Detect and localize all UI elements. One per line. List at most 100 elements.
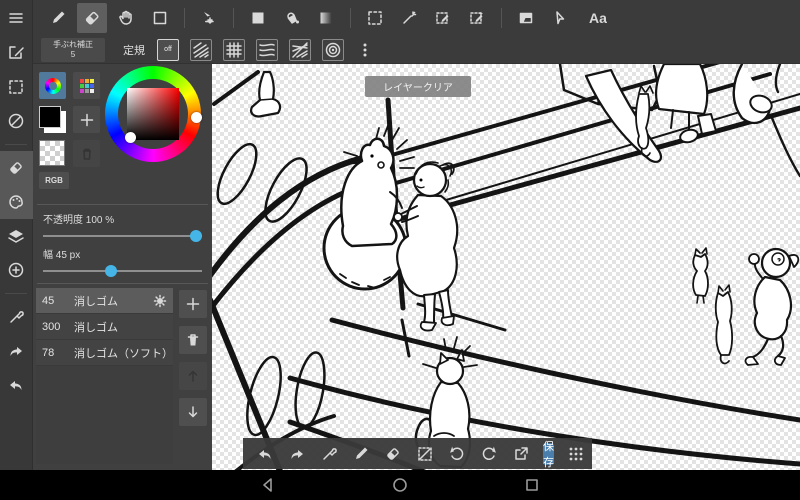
ruler-more-button[interactable] — [355, 35, 375, 65]
tool-bucket[interactable] — [277, 3, 307, 33]
sidebar-item-undo[interactable] — [0, 368, 33, 402]
tool-move[interactable] — [194, 3, 224, 33]
transparent-color-swatch[interactable] — [39, 140, 65, 166]
add-color-button[interactable] — [73, 106, 100, 133]
sidebar-item-aux[interactable] — [0, 253, 33, 287]
width-slider[interactable] — [43, 265, 202, 277]
tool-select-pen-add[interactable] — [462, 3, 492, 33]
sidebar-divider — [5, 293, 27, 294]
rotate-cw-icon — [482, 446, 496, 460]
ruler-off-icon — [8, 113, 24, 129]
hue-wheel[interactable] — [105, 66, 202, 162]
canvas-toolbar: 保存 — [243, 438, 592, 469]
add-brush-button[interactable] — [178, 290, 207, 318]
ruler-grid-button[interactable] — [223, 38, 245, 61]
current-color-swatch[interactable] — [39, 106, 66, 133]
tool-magic-wand[interactable] — [394, 3, 424, 33]
sidebar-item-ruler-off[interactable] — [0, 104, 33, 138]
canvas-rotate-cw-button[interactable] — [475, 441, 503, 467]
tool-shape[interactable] — [145, 3, 175, 33]
tool-gradient[interactable] — [311, 3, 341, 33]
curves-icon — [259, 43, 275, 56]
canvas-grid-menu-button[interactable] — [562, 441, 590, 467]
eraser-icon — [387, 447, 399, 460]
move-cursor-icon — [204, 12, 214, 24]
save-label: 保存 — [543, 440, 554, 469]
delete-color-button[interactable] — [73, 140, 100, 167]
width-track — [43, 270, 202, 272]
brush-list-empty — [36, 366, 173, 464]
tool-cursor[interactable] — [545, 3, 575, 33]
canvas-export-button[interactable] — [507, 441, 535, 467]
width-knob[interactable] — [105, 265, 117, 277]
sidebar-item-redo[interactable] — [0, 334, 33, 368]
arrow-cursor-icon — [556, 11, 565, 25]
hand-icon — [119, 10, 132, 25]
canvas-eyedropper-button[interactable] — [315, 441, 343, 467]
canvas-rotate-ccw-button[interactable] — [443, 441, 471, 467]
gradient-icon — [320, 12, 332, 24]
rotate-ccw-icon — [450, 446, 464, 460]
nav-back-button[interactable] — [260, 477, 276, 493]
tool-fill-rect[interactable] — [243, 3, 273, 33]
ruler-concentric-button[interactable] — [322, 38, 344, 61]
sv-handle[interactable] — [125, 132, 136, 143]
sidebar-item-color[interactable] — [0, 185, 33, 219]
sidebar-item-select[interactable] — [0, 70, 33, 104]
tool-marquee[interactable] — [360, 3, 390, 33]
tool-hand[interactable] — [111, 3, 141, 33]
tool-split-view[interactable] — [511, 3, 541, 33]
nav-home-button[interactable] — [392, 477, 408, 493]
toolbar-divider — [501, 8, 502, 28]
ruler-off-button[interactable]: off — [157, 38, 179, 61]
tool-pen[interactable] — [43, 3, 73, 33]
drawing-canvas[interactable]: レイヤークリア 保存 — [212, 64, 800, 470]
brush-row[interactable]: 78 消しゴム（ソフト） — [36, 340, 173, 366]
tool-select-pen[interactable] — [428, 3, 458, 33]
brush-row[interactable]: 45 消しゴム — [36, 288, 173, 314]
ruler-curve-button[interactable] — [256, 38, 278, 61]
ruler-parallel-button[interactable] — [190, 38, 212, 61]
sv-square[interactable] — [127, 88, 179, 140]
sidebar-item-eyedropper[interactable] — [0, 300, 33, 334]
save-button[interactable]: 保存 — [543, 441, 554, 469]
move-brush-down-button[interactable] — [178, 398, 207, 426]
palette-grid-button[interactable] — [73, 72, 100, 99]
sidebar-item-layers[interactable] — [0, 219, 33, 253]
pen-icon — [356, 447, 368, 459]
canvas-redo-button[interactable] — [283, 441, 311, 467]
delete-brush-button[interactable] — [178, 326, 207, 354]
canvas-pen-button[interactable] — [347, 441, 375, 467]
stabilizer-button[interactable]: 手ぶれ補正 5 — [41, 37, 105, 62]
opacity-slider[interactable] — [43, 230, 202, 242]
sidebar-item-eraser[interactable] — [0, 151, 33, 185]
nav-recents-button[interactable] — [524, 477, 540, 493]
eyedropper-icon — [10, 311, 24, 323]
undo-icon — [259, 449, 271, 459]
toolbar-divider — [184, 8, 185, 28]
redo-icon — [291, 449, 303, 459]
canvas-eraser-button[interactable] — [379, 441, 407, 467]
left-sidebar — [0, 0, 33, 470]
sidebar-item-edit[interactable] — [0, 36, 33, 70]
ruler-vanish-button[interactable] — [289, 38, 311, 61]
menu-button[interactable] — [0, 0, 33, 36]
hue-handle[interactable] — [191, 112, 202, 123]
artwork — [212, 64, 800, 470]
width-label: 幅 45 px — [43, 250, 81, 261]
gear-icon[interactable] — [153, 294, 167, 308]
slider-section: 不透明度 100 % 幅 45 px — [33, 205, 212, 283]
color-wheel-mode-icon — [44, 77, 61, 94]
grid-icon — [226, 41, 242, 58]
rgb-mode-button[interactable]: RGB — [39, 172, 69, 189]
canvas-undo-button[interactable] — [251, 441, 279, 467]
color-wheel-mode-button[interactable] — [39, 72, 66, 99]
brush-name: 消しゴム — [74, 295, 118, 308]
marquee-icon — [368, 11, 382, 25]
canvas-deselect-button[interactable] — [411, 441, 439, 467]
brush-row[interactable]: 300 消しゴム — [36, 314, 173, 340]
opacity-knob[interactable] — [190, 230, 202, 242]
tool-eraser[interactable] — [77, 3, 107, 33]
tool-text[interactable]: Aa — [579, 3, 617, 33]
move-brush-up-button[interactable] — [178, 362, 207, 390]
